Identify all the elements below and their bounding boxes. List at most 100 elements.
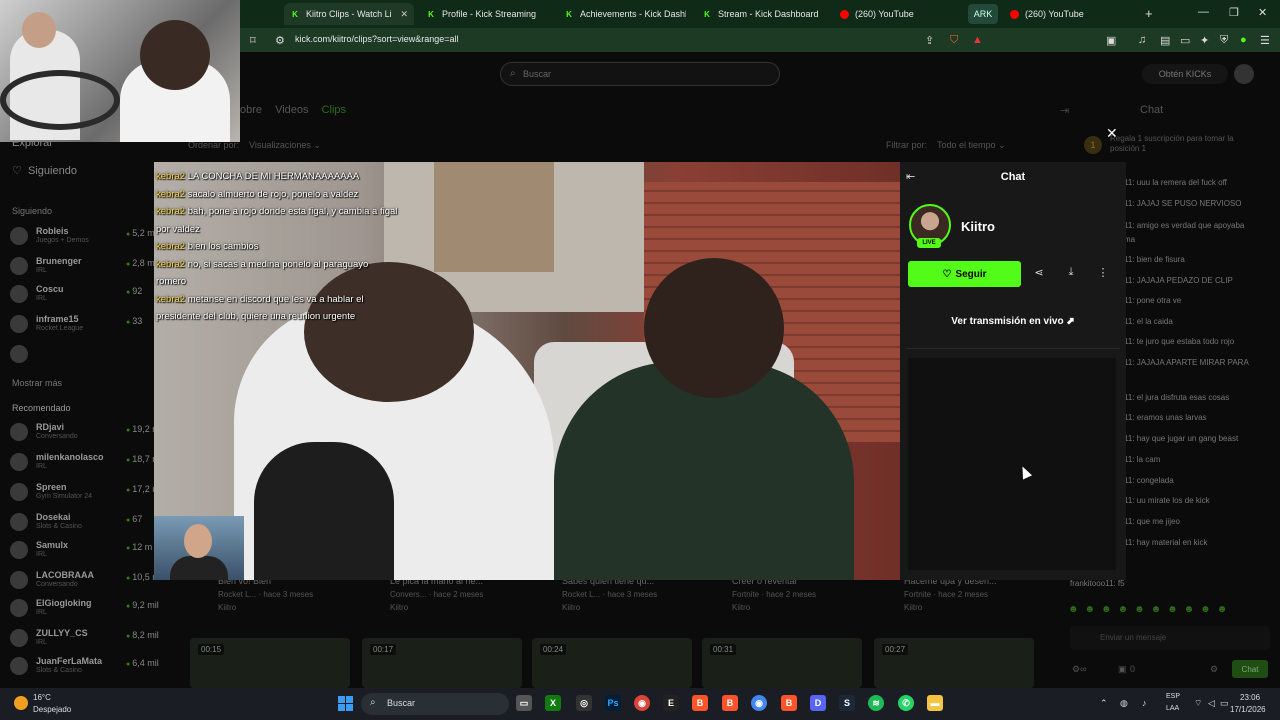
close-window-icon[interactable]: ✕ (1258, 6, 1267, 19)
site-settings-icon[interactable]: ⚙ (275, 34, 285, 47)
mic-icon[interactable]: ♪ (1142, 698, 1147, 708)
browser-tab[interactable]: K Stream - Kick Dashboard (702, 3, 832, 25)
collapse-chat-icon[interactable]: ⇥ (1060, 104, 1069, 117)
volume-icon[interactable]: ◁ (1208, 698, 1215, 709)
sidebar-channel[interactable]: LACOBRAAA Conversando 10,5 m (10, 570, 160, 592)
browser-tab[interactable]: (260) YouTube (1010, 3, 1130, 25)
sort-value[interactable]: Visualizaciones (249, 140, 311, 150)
sidebar-toggle-icon[interactable]: ▣ (1106, 34, 1116, 47)
epic-games-icon[interactable]: E (663, 695, 679, 711)
chat-input[interactable]: Enviar un mensaje (1070, 626, 1270, 650)
channel-name[interactable]: Kiitro (961, 219, 995, 234)
clock-date[interactable]: 17/1/2026 (1230, 705, 1266, 714)
sidebar-channel[interactable]: inframe15 Rocket League 33 (10, 314, 160, 336)
search-input[interactable]: ⌕ Buscar (500, 62, 780, 86)
sidebar-channel[interactable]: Samulx IRL 12 m (10, 540, 160, 562)
more-options-icon[interactable]: ⋮ (1095, 266, 1111, 279)
clip-thumbnail[interactable]: 00:31 (702, 638, 862, 688)
language-code[interactable]: ESP (1166, 693, 1180, 700)
task-view-icon[interactable]: ▭ (516, 695, 532, 711)
weather-icon[interactable] (14, 696, 28, 710)
extensions-icon[interactable]: ✦ (1200, 34, 1209, 47)
clock-time[interactable]: 23:06 (1240, 693, 1260, 702)
brave-shield-icon[interactable]: ⛉ (950, 34, 958, 47)
chevron-up-icon[interactable]: ⌃ (1100, 698, 1108, 709)
taskbar-search-input[interactable]: ⌕ Buscar (361, 693, 509, 715)
windows-start-icon[interactable] (338, 696, 353, 711)
clip-card[interactable]: Le pica la mano al ne... Convers... · ha… (390, 576, 550, 612)
show-more-link[interactable]: Mostrar más (12, 378, 62, 388)
sidebar-following[interactable]: ♡ Siguiendo (12, 164, 77, 177)
get-kicks-button[interactable]: Obtén KICKs (1142, 64, 1228, 84)
file-explorer-icon[interactable]: ▬ (927, 695, 943, 711)
user-avatar[interactable] (1234, 64, 1254, 84)
browser-tab-active[interactable]: K Kiitro Clips - Watch Li ✕ (284, 3, 414, 25)
url-field[interactable]: kick.com/kiitro/clips?sort=view&range=al… (295, 34, 459, 44)
clip-thumbnail[interactable]: 00:24 (532, 638, 692, 688)
sidebar-channel[interactable]: Coscu IRL 92 (10, 284, 160, 306)
follow-button[interactable]: ♡ Seguir (908, 261, 1021, 287)
sidebar-channel[interactable]: Dosekai Slots & Casino 67 (10, 512, 160, 534)
sidebar-channel[interactable] (10, 344, 160, 366)
sidebar-channel[interactable]: Spreen Gym Simulator 24 17,2 m (10, 482, 160, 504)
wifi-icon[interactable]: ⌔ (1194, 698, 1202, 709)
discord-icon[interactable]: D (810, 695, 826, 711)
vpn-icon[interactable]: ⛨ (1220, 34, 1228, 47)
download-icon[interactable]: ⤓ (1063, 266, 1079, 279)
bookmark-icon[interactable]: ⌑ (250, 34, 256, 47)
sidebar-channel[interactable]: JuanFerLaMata Slots & Casino 6,4 mil (10, 656, 160, 678)
browser-tab[interactable]: K Profile - Kick Streaming (426, 3, 556, 25)
clip-thumbnail[interactable]: 00:17 (362, 638, 522, 688)
browser-tab[interactable]: (260) YouTube (840, 3, 960, 25)
chrome-icon[interactable]: ◉ (634, 695, 650, 711)
sidebar-channel[interactable]: Brunenger IRL 2,8 m (10, 256, 160, 278)
collapse-panel-icon[interactable]: ⇤ (906, 170, 915, 183)
share-icon[interactable]: ⇪ (925, 34, 934, 47)
emote-bar[interactable]: ☻☻☻☻☻☻☻☻☻☻ (1068, 604, 1233, 615)
close-tab-icon[interactable]: ✕ (394, 9, 414, 20)
clip-card[interactable]: Creer o reventar Fortnite · hace 2 meses… (732, 576, 892, 612)
tab-group-label[interactable]: ARK (968, 4, 998, 24)
battery-icon[interactable]: ▭ (1220, 698, 1229, 709)
network-tray-icon[interactable]: ◍ (1120, 698, 1128, 709)
photoshop-icon[interactable]: Ps (605, 695, 621, 711)
wallet-icon[interactable]: ▭ (1180, 34, 1190, 47)
minimize-icon[interactable]: — (1198, 6, 1209, 18)
send-chat-button[interactable]: Chat (1232, 660, 1268, 678)
sidebar-channel[interactable]: milenkanolasco IRL 18,7 m (10, 452, 160, 474)
clip-card[interactable]: Bien vo! Bien Rocket L... · hace 3 meses… (218, 576, 378, 612)
new-tab-icon[interactable]: + (1145, 6, 1153, 21)
restore-icon[interactable]: ❐ (1229, 6, 1239, 19)
profile-icon[interactable]: ● (1240, 34, 1247, 46)
reader-icon[interactable]: ▤ (1160, 34, 1170, 47)
clip-thumbnail[interactable]: 00:15 (190, 638, 350, 688)
media-icon[interactable]: ♫ (1138, 34, 1146, 46)
watch-live-link[interactable]: Ver transmisión en vivo ⬈ (900, 316, 1126, 327)
close-modal-icon[interactable]: ✕ (1106, 125, 1118, 142)
clip-card[interactable]: Haceme upa y desen... Fortnite · hace 2 … (904, 576, 1064, 612)
browser-tab[interactable]: K Achievements - Kick Dashbo (564, 3, 686, 25)
chat-settings-icon[interactable]: ⚙ (1210, 664, 1218, 675)
clip-card[interactable]: Sabes quien tiene qu... Rocket L... · ha… (562, 576, 722, 612)
emote-picker-icon[interactable]: ⚙∞ (1072, 664, 1086, 675)
spotify-icon[interactable]: ≋ (868, 695, 884, 711)
obs-icon[interactable]: ◎ (576, 695, 592, 711)
whatsapp-icon[interactable]: ✆ (898, 695, 914, 711)
language-region[interactable]: LAA (1166, 705, 1179, 712)
tab-videos[interactable]: Videos (275, 104, 308, 116)
rewards-icon[interactable]: ▲ (972, 34, 983, 46)
filter-control[interactable]: Filtrar por: Todo el tiempo ⌄ (886, 140, 1006, 151)
share-icon[interactable]: ⋖ (1031, 266, 1047, 279)
sidebar-channel[interactable]: ElGiogloking IRL 9,2 mil (10, 598, 160, 620)
sidebar-channel[interactable]: RDjavi Conversando 19,2 m (10, 422, 160, 444)
tab-clips[interactable]: Clips (322, 104, 346, 116)
filter-value[interactable]: Todo el tiempo (937, 140, 996, 150)
sidebar-channel[interactable]: Robleis Juegos + Demos 5,2 m (10, 226, 160, 248)
chrome-icon[interactable]: ◉ (751, 695, 767, 711)
brave-icon[interactable]: B (781, 695, 797, 711)
clip-video-player[interactable]: kebra2 LA CONCHA DE MI HERMANAAAAAAA keb… (154, 162, 900, 580)
clip-thumbnail[interactable]: 00:27 (874, 638, 1034, 688)
sidebar-channel[interactable]: ZULLYY_CS IRL 8,2 mil (10, 628, 160, 650)
steam-icon[interactable]: S (839, 695, 855, 711)
xbox-icon[interactable]: X (545, 695, 561, 711)
